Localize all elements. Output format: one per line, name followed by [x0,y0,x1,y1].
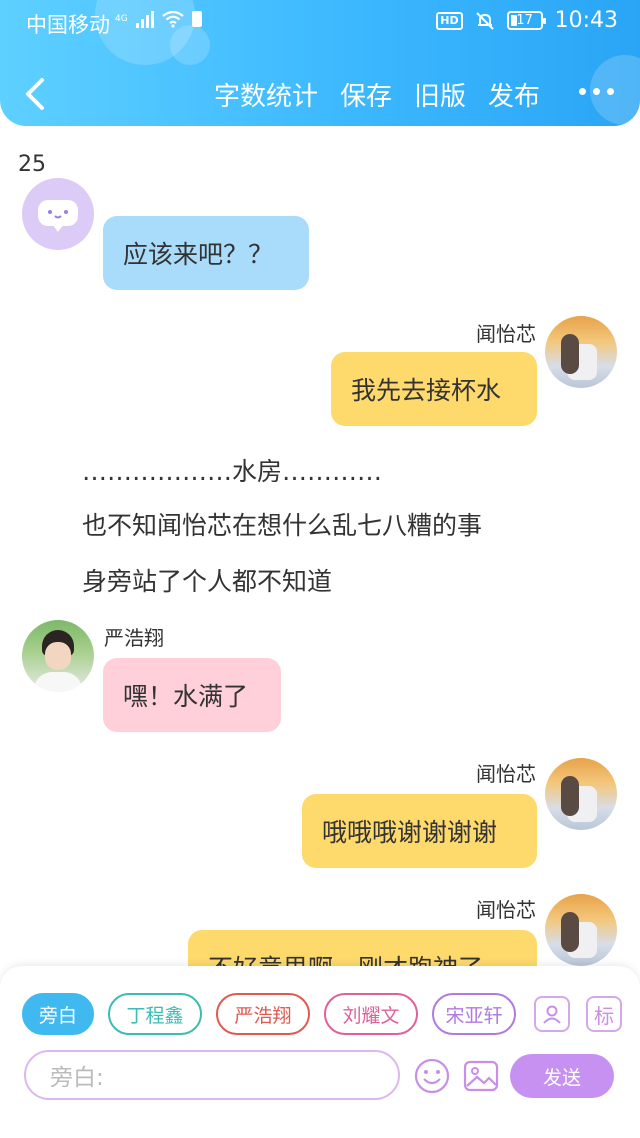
top-app-bar: 中国移动 4G HD 17 10:43 字数统计 保存 旧版 发布 [0,0,640,126]
status-right: HD 17 10:43 [436,8,618,33]
publish-button[interactable]: 发布 [488,76,540,113]
clock: 10:43 [554,8,618,33]
battery-level: 17 [516,13,533,28]
sim-alert-icon [191,11,202,27]
tag-button[interactable]: 标 [586,996,622,1032]
more-icon[interactable] [579,88,614,95]
role-chip-yan-haoxiang[interactable]: 严浩翔 [216,993,310,1035]
narration-text[interactable]: 身旁站了个人都不知道 [82,562,332,598]
avatar[interactable] [22,178,94,250]
save-button[interactable]: 保存 [340,76,392,113]
narration-text[interactable]: 也不知闻怡芯在想什么乱七八糟的事 [82,506,482,542]
wifi-icon [162,10,184,28]
add-role-icon[interactable] [534,996,570,1032]
avatar[interactable] [545,758,617,830]
word-count-button[interactable]: 字数统计 [214,76,318,113]
avatar[interactable] [545,316,617,388]
role-chip-liu-yaowen[interactable]: 刘耀文 [324,993,418,1035]
status-bar: 中国移动 4G HD 17 10:43 [0,0,640,44]
message-bubble[interactable]: 应该来吧？？ [103,216,309,290]
mute-bell-icon [475,11,494,30]
message-input[interactable]: 旁白: [24,1050,400,1100]
back-arrow-icon[interactable] [22,74,52,114]
send-button[interactable]: 发送 [510,1054,614,1098]
message-bubble[interactable]: 嘿！水满了 [103,658,281,732]
message-bubble[interactable]: 哦哦哦谢谢谢谢 [302,794,537,868]
hd-icon: HD [436,11,463,30]
word-count-value: 25 [18,152,46,177]
sender-name: 严浩翔 [104,626,164,650]
emoji-icon[interactable] [413,1057,451,1095]
sender-name: 闻怡芯 [476,762,536,786]
carrier-name: 中国移动 [26,13,110,37]
sender-name: 闻怡芯 [476,898,536,922]
network-type: 4G [115,13,128,24]
role-chip-ding-chengxin[interactable]: 丁程鑫 [108,993,202,1035]
battery-icon: 17 [506,11,546,30]
signal-icon [135,10,154,28]
avatar[interactable] [22,620,94,692]
narration-text[interactable]: ………………水房………… [82,452,382,488]
old-version-button[interactable]: 旧版 [414,76,466,113]
message-bubble[interactable]: 我先去接杯水 [331,352,537,426]
header-actions: 字数统计 保存 旧版 发布 [214,76,540,113]
image-icon[interactable] [462,1057,500,1095]
avatar[interactable] [545,894,617,966]
sender-name: 闻怡芯 [476,322,536,346]
network-indicators: 4G [115,10,202,28]
role-chip-song-yaxuan[interactable]: 宋亚轩 [432,993,516,1035]
role-chip-narrator[interactable]: 旁白 [22,993,94,1035]
